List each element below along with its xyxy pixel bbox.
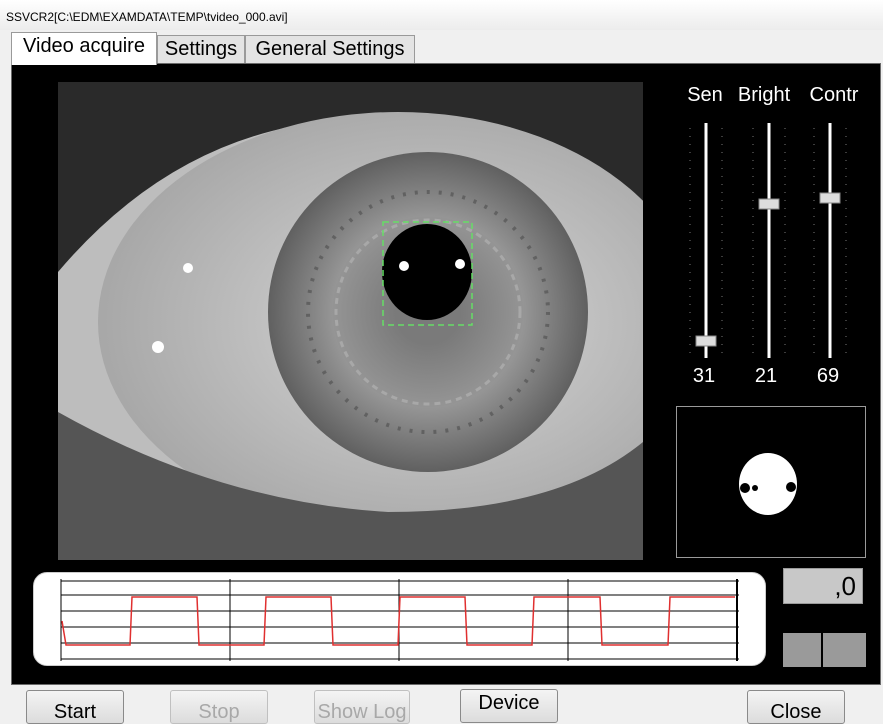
waveform-plot: [60, 579, 739, 661]
tab-settings[interactable]: Settings: [157, 35, 245, 63]
slider-label-bright: Bright: [737, 84, 791, 106]
slider-value-bright: 21: [754, 365, 778, 387]
sen-slider[interactable]: [689, 123, 723, 358]
slider-value-sen: 31: [692, 365, 716, 387]
waveform-panel: [33, 572, 766, 666]
indicator-right: [823, 633, 866, 667]
indicator-left: [783, 633, 821, 667]
contr-slider-thumb[interactable]: [819, 192, 841, 204]
value-readout: ,0: [783, 568, 863, 604]
close-button[interactable]: Close: [747, 690, 845, 724]
sen-slider-thumb[interactable]: [695, 335, 717, 347]
window-title: SSVCR2[C:\EDM\EXAMDATA\TEMP\tvideo_000.a…: [6, 10, 288, 24]
tab-video-acquire[interactable]: Video acquire: [11, 32, 157, 65]
tab-general-settings[interactable]: General Settings: [245, 35, 415, 63]
slider-group: [689, 123, 847, 358]
device-button[interactable]: Device: [460, 689, 558, 723]
show-log-button[interactable]: Show Log: [314, 690, 410, 724]
start-button[interactable]: Start: [26, 690, 124, 724]
bright-slider[interactable]: [752, 123, 786, 358]
title-bar: SSVCR2[C:\EDM\EXAMDATA\TEMP\tvideo_000.a…: [0, 0, 883, 30]
slider-value-contr: 69: [816, 365, 840, 387]
video-preview[interactable]: [58, 82, 643, 560]
slider-label-contr: Contr: [809, 84, 859, 106]
bright-slider-thumb[interactable]: [758, 198, 780, 210]
stop-button[interactable]: Stop: [170, 690, 268, 724]
contr-slider[interactable]: [813, 123, 847, 358]
threshold-preview: [676, 406, 866, 558]
